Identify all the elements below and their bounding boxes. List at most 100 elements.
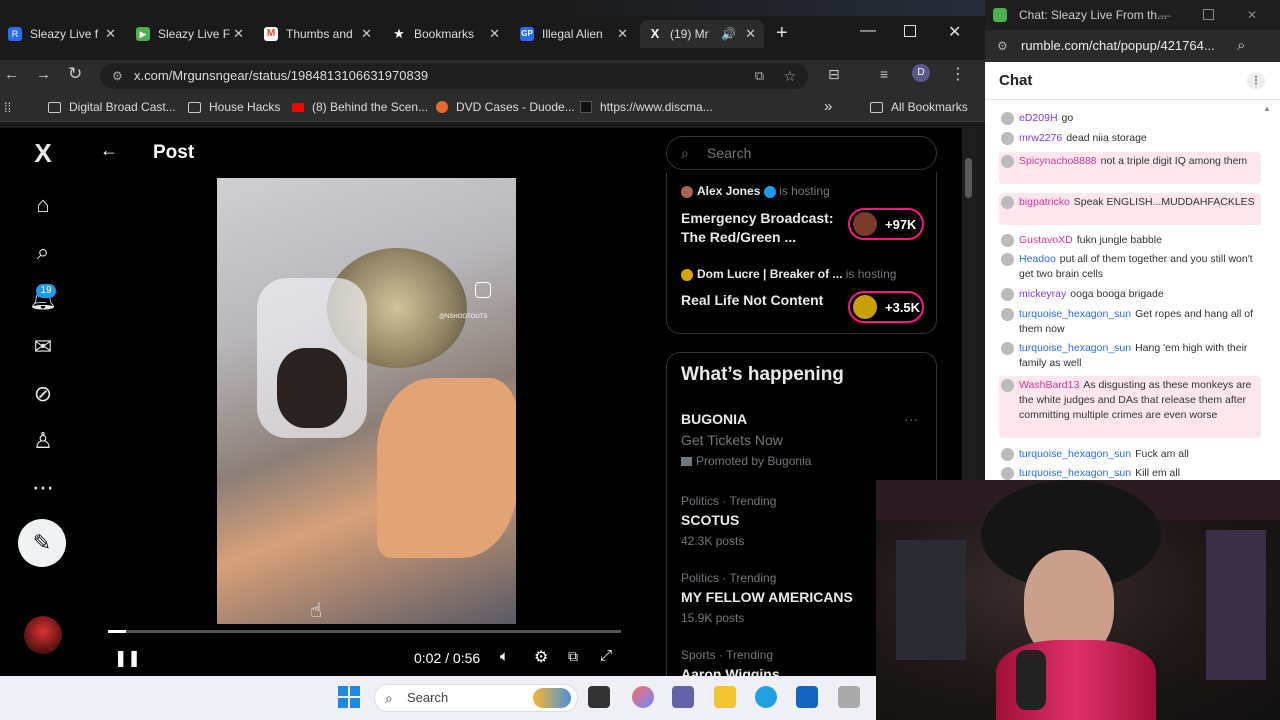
live-space-0-title[interactable]: Emergency Broadcast: The Red/Green ... [681, 209, 841, 247]
trend-1-name[interactable]: MY FELLOW AMERICANS [681, 589, 853, 605]
settings-gear-icon[interactable]: ⚙ [534, 647, 548, 667]
back-arrow-icon[interactable]: ← [100, 140, 118, 161]
bookmark-0[interactable]: Digital Broad Cast... [48, 100, 176, 114]
live-space-0-badge[interactable]: +97K [848, 208, 924, 240]
more-circle-icon[interactable]: ⋯ [28, 473, 58, 503]
grok-icon[interactable]: ⊘ [28, 379, 58, 409]
scrollbar-thumb[interactable] [965, 158, 972, 198]
tab-1[interactable]: ▶ Sleazy Live F ✕ [128, 20, 252, 48]
chat-user-avatar[interactable] [1001, 196, 1014, 209]
forward-arrow-icon[interactable]: → [36, 66, 51, 83]
back-arrow-icon[interactable]: ← [4, 66, 19, 83]
chat-username[interactable]: mickeyray [1019, 288, 1066, 300]
more-bookmarks-button[interactable]: » [824, 98, 832, 115]
bookmark-3[interactable]: DVD Cases - Duode... [436, 100, 575, 114]
new-tab-button[interactable]: + [776, 22, 788, 45]
fullscreen-icon[interactable]: ⤢ [600, 647, 612, 664]
menu-dots-icon[interactable]: ⋮ [950, 64, 966, 84]
profile-person-icon[interactable]: ♙ [28, 426, 58, 456]
start-windows-icon[interactable] [338, 686, 360, 708]
x-search-input[interactable]: ⌕ Search [666, 136, 937, 170]
more-options-icon[interactable]: ··· [904, 411, 918, 427]
close-tab-icon[interactable]: ✕ [361, 26, 372, 42]
video-progress-track[interactable] [108, 630, 621, 633]
tab-4[interactable]: GP Illegal Alien ✕ [512, 20, 636, 48]
close-tab-icon[interactable]: ✕ [233, 26, 244, 42]
video-player[interactable]: @NSHOOTOUTS [217, 178, 516, 624]
bookmark-star-icon[interactable]: ☆ [783, 63, 796, 89]
live-space-0-host[interactable]: Alex Jones is hosting [681, 184, 830, 198]
apps-grid-icon[interactable]: ⁞⁞ [4, 100, 11, 115]
tab-2[interactable]: M Thumbs and ✕ [256, 20, 380, 48]
maximize-icon[interactable] [1203, 9, 1214, 20]
chat-user-avatar[interactable] [1001, 342, 1014, 355]
chat-options-icon[interactable]: ⋮ [1247, 72, 1265, 90]
close-tab-icon[interactable]: ✕ [745, 26, 756, 42]
chat-username[interactable]: mrw2276 [1019, 132, 1062, 144]
chat-username[interactable]: Spicynacho8888 [1019, 155, 1097, 167]
app-icon[interactable] [838, 686, 860, 708]
chat-username[interactable]: WashBard13 [1019, 379, 1079, 391]
chat-username[interactable]: turquoise_hexagon_sun [1019, 342, 1131, 354]
file-explorer-icon[interactable] [714, 686, 736, 708]
close-tab-icon[interactable]: ✕ [617, 26, 628, 42]
account-avatar[interactable] [24, 616, 62, 654]
explore-search-icon[interactable]: ⌕ [28, 237, 58, 267]
messages-mail-icon[interactable]: ✉ [28, 332, 58, 362]
chat-user-avatar[interactable] [1001, 253, 1014, 266]
speaker-icon[interactable]: 🔊 [721, 27, 736, 41]
teams-icon[interactable] [672, 686, 694, 708]
pip-icon[interactable]: ⧉ [568, 648, 578, 665]
bookmark-1[interactable]: House Hacks [188, 100, 280, 114]
taskbar-search[interactable]: ⌕ Search [374, 684, 578, 712]
pause-icon[interactable]: ❚❚ [114, 648, 141, 668]
chat-user-avatar[interactable] [1001, 448, 1014, 461]
live-space-1-host[interactable]: Dom Lucre | Breaker of ... is hosting [681, 267, 896, 281]
close-window-icon[interactable]: ✕ [1247, 0, 1257, 30]
promo-tagline[interactable]: Get Tickets Now [681, 432, 783, 448]
x-logo[interactable]: X [28, 138, 58, 168]
chat-user-avatar[interactable] [1001, 132, 1014, 145]
close-window-icon[interactable]: ✕ [948, 22, 961, 42]
reload-icon[interactable]: ↻ [68, 64, 82, 84]
home-icon[interactable]: ⌂ [28, 190, 58, 220]
cast-icon[interactable]: ⧉ [755, 63, 764, 89]
chat-username[interactable]: bigpatricko [1019, 196, 1070, 208]
minimize-icon[interactable]: — [1159, 0, 1171, 30]
chat-user-avatar[interactable] [1001, 308, 1014, 321]
chat-user-avatar[interactable] [1001, 467, 1014, 480]
tab-5-active[interactable]: X (19) Mr 🔊 ✕ [640, 20, 764, 48]
tab-3[interactable]: ★ Bookmarks ✕ [384, 20, 508, 48]
chat-scroll-up-icon[interactable]: ▲ [1263, 104, 1271, 113]
maximize-icon[interactable] [904, 25, 916, 37]
promo-name[interactable]: BUGONIA [681, 411, 747, 427]
reading-mode-icon[interactable]: ⊟ [828, 66, 840, 83]
chat-username[interactable]: turquoise_hexagon_sun [1019, 467, 1131, 479]
live-space-1-badge[interactable]: +3.5K [848, 291, 924, 323]
chat-username[interactable]: Headoo [1019, 253, 1056, 265]
trend-2-name[interactable]: Aaron Wiggins [681, 666, 780, 676]
chat-user-avatar[interactable] [1001, 155, 1014, 168]
tab-0[interactable]: R Sleazy Live f ✕ [0, 20, 124, 48]
chat-user-avatar[interactable] [1001, 288, 1014, 301]
trend-0-name[interactable]: SCOTUS [681, 512, 739, 528]
live-space-1-title[interactable]: Real Life Not Content [681, 292, 841, 308]
zoom-search-icon[interactable]: ⌕ [1237, 30, 1245, 62]
media-controls-icon[interactable]: ≡ [880, 66, 888, 82]
copilot-icon[interactable] [632, 686, 654, 708]
chat-username[interactable]: GustavoXD [1019, 234, 1073, 246]
close-tab-icon[interactable]: ✕ [105, 26, 116, 42]
address-bar[interactable]: ⚙ x.com/Mrgunsngear/status/1984813106631… [100, 63, 808, 89]
chat-user-avatar[interactable] [1001, 112, 1014, 125]
edge-icon[interactable] [755, 686, 777, 708]
task-view-icon[interactable] [588, 686, 610, 708]
site-settings-icon[interactable]: ⚙ [997, 30, 1008, 62]
bookmark-2[interactable]: (8) Behind the Scen... [292, 100, 428, 114]
all-bookmarks-folder[interactable]: All Bookmarks [870, 100, 968, 114]
chat-user-avatar[interactable] [1001, 234, 1014, 247]
chat-url-bar[interactable]: ⚙ rumble.com/chat/popup/421764... ⌕ [985, 30, 1280, 62]
close-tab-icon[interactable]: ✕ [489, 26, 500, 42]
site-info-icon[interactable]: ⚙ [112, 63, 123, 89]
chat-username[interactable]: eD209H [1019, 112, 1058, 124]
chat-user-avatar[interactable] [1001, 379, 1014, 392]
